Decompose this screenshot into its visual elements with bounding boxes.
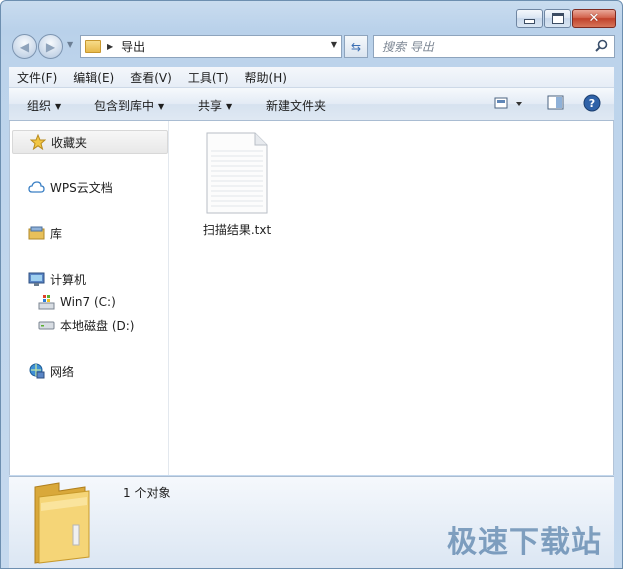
address-dropdown-icon[interactable]: ▼	[331, 40, 337, 49]
chevron-down-icon: ▼	[226, 102, 233, 111]
folder-icon	[85, 40, 101, 53]
organize-label: 组织	[27, 99, 52, 113]
menu-file[interactable]: 文件(F)	[9, 69, 65, 86]
menu-edit[interactable]: 编辑(E)	[65, 69, 122, 86]
search-placeholder: 搜索 导出	[382, 40, 434, 54]
nav-label-network: 网络	[50, 364, 75, 379]
share-label: 共享	[198, 99, 223, 113]
cloud-icon	[28, 179, 45, 195]
breadcrumb-current[interactable]: 导出	[121, 38, 145, 55]
chevron-down-icon: ▼	[158, 102, 165, 111]
file-name: 扫描结果.txt	[202, 223, 272, 237]
hard-disk-icon	[38, 317, 55, 333]
nav-label-computer: 计算机	[50, 272, 87, 287]
item-count: 1 个对象	[123, 486, 171, 500]
nav-item-favorites[interactable]: 收藏夹	[12, 130, 168, 154]
include-in-library-label: 包含到库中	[94, 99, 155, 113]
text-file-icon	[206, 132, 268, 214]
search-icon[interactable]	[595, 39, 608, 52]
computer-icon	[28, 271, 45, 287]
windows-drive-icon	[38, 294, 55, 310]
new-folder-button[interactable]: 新建文件夹	[266, 97, 326, 114]
preview-pane-icon	[547, 95, 564, 110]
minimize-icon	[524, 19, 535, 24]
nav-label-drive-c: Win7 (C:)	[60, 295, 116, 309]
nav-item-drive-d[interactable]: 本地磁盘 (D:)	[10, 314, 168, 336]
chevron-down-icon: ▼	[55, 102, 62, 111]
maximize-icon	[551, 13, 564, 24]
explorer-window: ✕ ◀ ▶ ▼ ▶ 导出 ▼ ⇆ 搜索 导出 文件(F) 编辑(E) 查看(V)…	[0, 0, 623, 569]
network-icon	[28, 363, 45, 379]
caption-buttons: ✕	[515, 9, 616, 28]
file-list: 扫描结果.txt	[169, 121, 613, 475]
nav-item-wps-cloud[interactable]: WPS云文档	[10, 176, 168, 198]
organize-button[interactable]: 组织 ▼	[27, 97, 61, 114]
help-icon: ?	[583, 94, 601, 112]
address-row: ◀ ▶ ▼ ▶ 导出 ▼ ⇆ 搜索 导出	[9, 34, 615, 60]
forward-button[interactable]: ▶	[38, 34, 63, 59]
folder-icon	[34, 482, 90, 564]
help-button[interactable]: ?	[583, 94, 601, 115]
menu-view[interactable]: 查看(V)	[122, 69, 180, 86]
minimize-button[interactable]	[516, 9, 543, 28]
nav-label-drive-d: 本地磁盘 (D:)	[60, 318, 135, 333]
file-item[interactable]: 扫描结果.txt	[191, 131, 283, 238]
back-button[interactable]: ◀	[12, 34, 37, 59]
menu-help[interactable]: 帮助(H)	[237, 69, 295, 86]
back-arrow-icon: ◀	[19, 39, 30, 54]
library-icon	[28, 225, 45, 241]
preview-pane-button[interactable]	[547, 94, 565, 115]
share-button[interactable]: 共享 ▼	[198, 97, 232, 114]
nav-label-libraries: 库	[50, 226, 63, 241]
breadcrumb-arrow-icon[interactable]: ▶	[107, 42, 113, 51]
include-in-library-button[interactable]: 包含到库中 ▼	[94, 97, 164, 114]
watermark-logo: 极速下载站	[447, 525, 602, 560]
refresh-icon: ⇆	[350, 39, 362, 54]
maximize-button[interactable]	[544, 9, 571, 28]
view-icon	[494, 97, 522, 109]
star-icon	[29, 134, 46, 150]
refresh-button[interactable]: ⇆	[344, 35, 368, 58]
nav-item-network[interactable]: 网络	[10, 360, 168, 382]
nav-label-wps-cloud: WPS云文档	[50, 180, 113, 195]
nav-item-drive-c[interactable]: Win7 (C:)	[10, 291, 168, 313]
close-button[interactable]: ✕	[572, 9, 616, 28]
nav-item-libraries[interactable]: 库	[10, 222, 168, 244]
nav-item-computer[interactable]: 计算机	[10, 268, 168, 290]
address-bar[interactable]: ▶ 导出 ▼	[80, 35, 342, 58]
search-input[interactable]: 搜索 导出	[373, 35, 615, 58]
forward-arrow-icon: ▶	[45, 39, 56, 54]
command-bar: 组织 ▼ 包含到库中 ▼ 共享 ▼ 新建文件夹 ?	[9, 88, 614, 121]
nav-label-favorites: 收藏夹	[51, 135, 88, 150]
details-pane: 1 个对象 极速下载站	[9, 476, 614, 568]
content-area: 收藏夹 WPS云文档 库 计算机 Win7 (C:) 本地磁盘 (D:) 网络 …	[9, 121, 614, 475]
menu-tools[interactable]: 工具(T)	[180, 69, 237, 86]
menu-bar: 文件(F) 编辑(E) 查看(V) 工具(T) 帮助(H)	[9, 67, 614, 88]
close-icon: ✕	[588, 11, 600, 26]
navigation-pane: 收藏夹 WPS云文档 库 计算机 Win7 (C:) 本地磁盘 (D:) 网络	[10, 121, 169, 475]
view-options-button[interactable]	[494, 94, 524, 115]
svg-text:?: ?	[589, 97, 595, 110]
recent-pages-dropdown[interactable]: ▼	[67, 40, 73, 49]
